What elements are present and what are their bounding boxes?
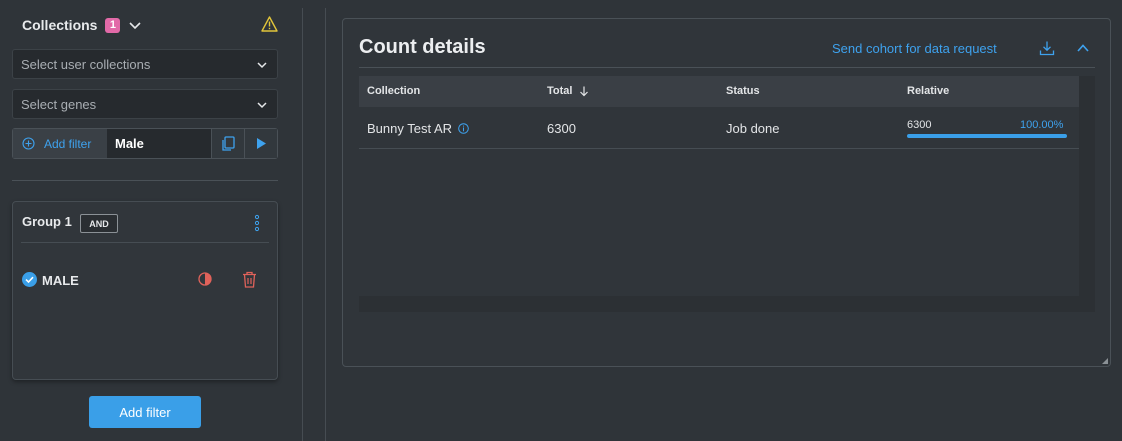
column-header-total[interactable]: Total — [547, 85, 590, 97]
relative-progress-fill — [907, 134, 1067, 138]
horizontal-scrollbar[interactable] — [359, 296, 1079, 312]
download-icon[interactable] — [1039, 40, 1055, 56]
relative-progress-track — [907, 134, 1067, 138]
panel-splitter[interactable] — [302, 8, 326, 441]
genes-placeholder: Select genes — [21, 96, 97, 112]
cell-total: 6300 — [547, 121, 576, 136]
column-header-total-label: Total — [547, 85, 573, 97]
chevron-down-icon[interactable] — [128, 18, 142, 32]
group-operator-badge[interactable]: AND — [80, 214, 118, 233]
info-icon[interactable] — [458, 123, 469, 134]
header-rule — [359, 67, 1095, 68]
user-collections-select[interactable]: Select user collections — [12, 49, 278, 79]
copy-button[interactable] — [211, 129, 244, 158]
relative-percent: 100.00% — [1020, 119, 1064, 131]
collections-header[interactable]: Collections 1 — [22, 14, 142, 36]
chevron-down-icon — [257, 102, 267, 109]
table-row[interactable]: Bunny Test AR 6300 Job done 6300 100.00% — [359, 107, 1079, 149]
filter-value[interactable]: Male — [107, 136, 211, 151]
relative-value: 6300 — [907, 119, 932, 131]
column-header-relative[interactable]: Relative — [907, 85, 949, 97]
left-panel: Collections 1 Select user collections Se… — [0, 0, 290, 441]
column-header-status[interactable]: Status — [726, 85, 760, 97]
column-header-collection[interactable]: Collection — [367, 85, 420, 97]
collection-name: Bunny Test AR — [367, 121, 453, 136]
send-cohort-link[interactable]: Send cohort for data request — [832, 41, 997, 56]
group-card: Group 1 AND MALE — [12, 201, 278, 380]
cell-status: Job done — [726, 121, 780, 136]
add-filter-inline-button[interactable]: Add filter — [13, 129, 107, 158]
divider — [12, 180, 278, 181]
more-vertical-icon[interactable] — [254, 214, 260, 232]
table-header: Collection Total Status Relative — [359, 76, 1079, 107]
contrast-icon[interactable] — [198, 272, 212, 286]
vertical-scrollbar[interactable] — [1079, 76, 1095, 312]
condition-label: MALE — [42, 273, 79, 288]
copy-icon — [221, 135, 235, 151]
add-filter-inline-label: Add filter — [44, 136, 92, 151]
count-details-panel: Count details Send cohort for data reque… — [342, 18, 1111, 367]
plus-circle-icon — [22, 137, 35, 150]
run-button[interactable] — [244, 129, 277, 158]
chevron-down-icon — [257, 62, 267, 69]
chevron-up-icon[interactable] — [1076, 42, 1090, 54]
collections-count-badge: 1 — [105, 17, 121, 33]
add-filter-button[interactable]: Add filter — [89, 396, 201, 428]
count-details-title: Count details — [359, 36, 486, 58]
cell-collection: Bunny Test AR — [367, 121, 469, 136]
check-circle-icon[interactable] — [22, 272, 37, 287]
counts-table: Collection Total Status Relative Bunny T… — [359, 76, 1095, 312]
collections-title: Collections — [22, 17, 98, 33]
group-separator — [21, 242, 269, 243]
user-collections-placeholder: Select user collections — [21, 56, 151, 72]
filter-bar: Add filter Male — [12, 128, 278, 159]
group-title: Group 1 — [22, 214, 72, 229]
sort-arrow-down-icon — [580, 86, 589, 97]
genes-select[interactable]: Select genes — [12, 89, 278, 119]
trash-icon[interactable] — [242, 271, 257, 288]
table-body-empty — [359, 149, 1079, 296]
warning-icon[interactable] — [261, 16, 278, 32]
resize-grip-icon[interactable] — [1102, 358, 1108, 364]
play-icon — [257, 138, 266, 149]
